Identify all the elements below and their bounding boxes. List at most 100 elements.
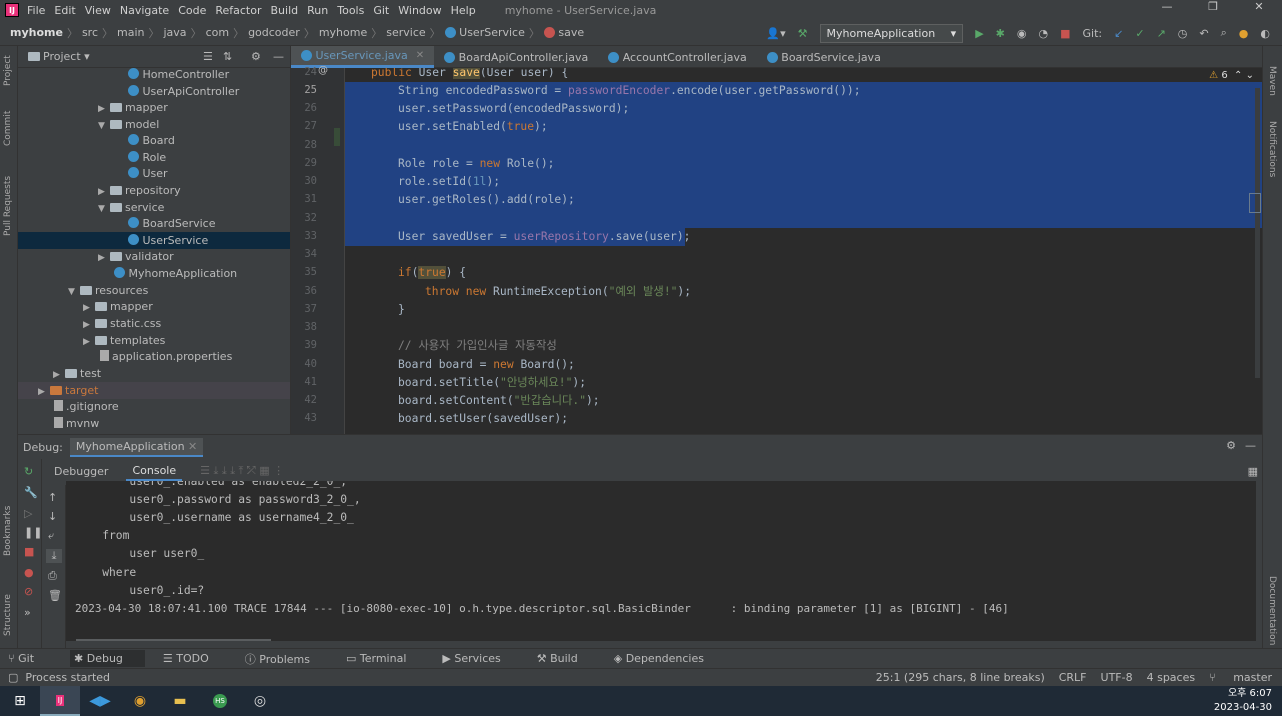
gear-icon[interactable]: ⚙ (251, 50, 261, 63)
tree-item[interactable]: UserApiController (128, 83, 239, 100)
tool-tab-problems[interactable]: ⓘ Problems (245, 651, 328, 667)
breakpoints-icon[interactable]: ● (24, 566, 41, 579)
rerun-icon[interactable]: ↻ (24, 465, 41, 478)
console-output[interactable]: user0_.enabled as enabled2_2_0_, user0_.… (66, 481, 1256, 641)
git-push-icon[interactable]: ↗ (1157, 27, 1166, 40)
tab-accountcontroller[interactable]: AccountController.java (598, 46, 757, 68)
debug-settings-gear-icon[interactable]: ⚙ (1226, 439, 1236, 452)
tree-item[interactable]: User (128, 165, 168, 182)
intellij-taskbar-icon[interactable]: IJ (40, 686, 80, 716)
line-separator[interactable]: CRLF (1059, 671, 1087, 684)
run-config-select[interactable]: MyhomeApplication ▾ (819, 23, 964, 43)
inspection-widget[interactable]: ⚠ 6 ⌃ ⌄ (1209, 70, 1254, 81)
debug-icon[interactable]: ✱ (996, 27, 1005, 40)
tree-item[interactable]: ▼ resources (68, 282, 148, 299)
menu-view[interactable]: View (85, 4, 111, 17)
hide-panel-icon[interactable]: — (273, 50, 284, 63)
git-branch[interactable]: ⑂ master (1209, 671, 1272, 684)
chrome-taskbar-icon[interactable]: ◉ (120, 686, 160, 716)
tab-console[interactable]: Console (126, 462, 183, 481)
breadcrumb-main[interactable]: main (117, 26, 144, 39)
restore-icon[interactable]: ❐ (1190, 0, 1236, 13)
code-editor[interactable]: ⚠ 6 ⌃ ⌄ public User save(User user) { St… (345, 68, 1262, 434)
vscode-taskbar-icon[interactable]: ◀▶ (80, 686, 120, 716)
user-icon[interactable]: 👤▾ (766, 27, 785, 40)
tab-boardservice[interactable]: BoardService.java (757, 46, 891, 68)
breadcrumb-userservice[interactable]: UserService (459, 26, 525, 39)
tree-item[interactable]: Board (128, 132, 175, 149)
tree-item[interactable]: HomeController (128, 66, 229, 83)
more-icon[interactable]: » (24, 606, 41, 619)
breadcrumb-save[interactable]: save (558, 26, 584, 39)
scroll-down-icon[interactable]: ↓ (48, 510, 65, 523)
tree-item[interactable]: ▶ validator (98, 248, 174, 265)
tree-item[interactable]: .gitignore (54, 398, 119, 415)
menu-run[interactable]: Run (307, 4, 328, 17)
tool-tab-services[interactable]: ▶ Services (442, 652, 518, 665)
documentation-tool-tab[interactable]: Documentation (1267, 576, 1277, 645)
breadcrumb-myhome[interactable]: myhome (10, 26, 63, 39)
file-encoding[interactable]: UTF-8 (1101, 671, 1133, 684)
debug-hide-icon[interactable]: — (1245, 439, 1256, 452)
maven-tool-tab[interactable]: Maven (1267, 66, 1277, 96)
status-toggle-icon[interactable]: ▢ (8, 671, 18, 684)
tree-item[interactable]: application.properties (100, 348, 232, 365)
pause-icon[interactable]: ❚❚ (24, 526, 42, 539)
caret-position[interactable]: 25:1 (295 chars, 8 line breaks) (876, 671, 1045, 684)
tree-item[interactable]: ▶ templates (83, 332, 165, 349)
scroll-up-icon[interactable]: ↑ (48, 491, 65, 504)
line-number-gutter[interactable]: 24 @ 25 26 27 28 29 30 31 32 33 34 35 36… (291, 65, 345, 434)
menu-window[interactable]: Window (398, 4, 441, 17)
minimize-icon[interactable]: — (1144, 0, 1190, 13)
tab-debugger[interactable]: Debugger (48, 463, 114, 480)
git-commit-icon[interactable]: ✓ (1135, 27, 1144, 40)
clear-icon[interactable]: 🗑 (48, 589, 65, 602)
tree-item[interactable]: ▼ model (98, 116, 159, 133)
tree-item[interactable]: BoardService (128, 215, 215, 232)
menu-edit[interactable]: Edit (54, 4, 75, 17)
coverage-icon[interactable]: ◉ (1017, 27, 1027, 40)
tree-item[interactable]: ▶ target (18, 382, 290, 399)
menu-tools[interactable]: Tools (337, 4, 364, 17)
breadcrumb-godcoder[interactable]: godcoder (248, 26, 300, 39)
settings-logo-icon[interactable]: ◐ (1260, 27, 1270, 40)
menu-code[interactable]: Code (178, 4, 206, 17)
tree-item[interactable]: ▼ service (98, 199, 164, 216)
github-desktop-taskbar-icon[interactable]: ◎ (240, 686, 280, 716)
rollback-icon[interactable]: ↶ (1199, 27, 1208, 40)
run-icon[interactable]: ▶ (975, 27, 983, 40)
editor-scrollbar[interactable] (1255, 88, 1260, 378)
search-icon[interactable]: ⌕ (1221, 26, 1227, 40)
console-tools-icon[interactable]: ☰ ⤓ ⤓ ⤓ ⤒ ⤱ ▦ ⋮ (194, 462, 290, 480)
tree-item-selected[interactable]: UserService (18, 232, 290, 249)
structure-tool-tab[interactable]: Structure (3, 594, 13, 636)
scroll-to-end-icon[interactable]: ⤓ (46, 549, 62, 563)
breadcrumb-java[interactable]: java (164, 26, 187, 39)
menu-git[interactable]: Git (373, 4, 389, 17)
soft-wrap-icon[interactable]: ⤶ (48, 529, 65, 543)
tree-item[interactable]: MyhomeApplication (114, 265, 237, 282)
close-window-icon[interactable]: ✕ (1236, 0, 1282, 13)
tool-tab-terminal[interactable]: ▭ Terminal (346, 652, 424, 665)
tool-tab-build[interactable]: ⚒ Build (537, 652, 596, 665)
tree-item[interactable]: ▶ mapper (83, 298, 153, 315)
menu-build[interactable]: Build (271, 4, 299, 17)
profile-icon[interactable]: ◔ (1039, 27, 1049, 40)
history-icon[interactable]: ◷ (1178, 27, 1188, 40)
build-hammer-icon[interactable]: ⚒ (798, 27, 808, 40)
tree-item[interactable]: ▶ mapper (98, 99, 168, 116)
override-marker-icon[interactable]: @ (318, 65, 328, 76)
mute-breakpoints-icon[interactable]: ⊘ (24, 585, 41, 598)
tab-userservice[interactable]: UserService.java ✕ (291, 46, 435, 68)
tab-boardapicontroller[interactable]: BoardApiController.java (434, 46, 598, 68)
project-tool-tab[interactable]: Project (3, 55, 13, 86)
menu-file[interactable]: File (27, 4, 45, 17)
debug-session-tab[interactable]: MyhomeApplication ✕ (69, 437, 204, 457)
indent-setting[interactable]: 4 spaces (1147, 671, 1196, 684)
layout-icon[interactable]: ▦ (1248, 465, 1258, 478)
stop-debug-icon[interactable]: ■ (24, 545, 41, 558)
tool-tab-debug[interactable]: ✱ Debug (70, 650, 145, 667)
windows-start-icon[interactable]: ⊞ (0, 686, 40, 716)
git-update-icon[interactable]: ↙ (1114, 27, 1123, 40)
tool-tab-dependencies[interactable]: ◈ Dependencies (614, 652, 722, 665)
